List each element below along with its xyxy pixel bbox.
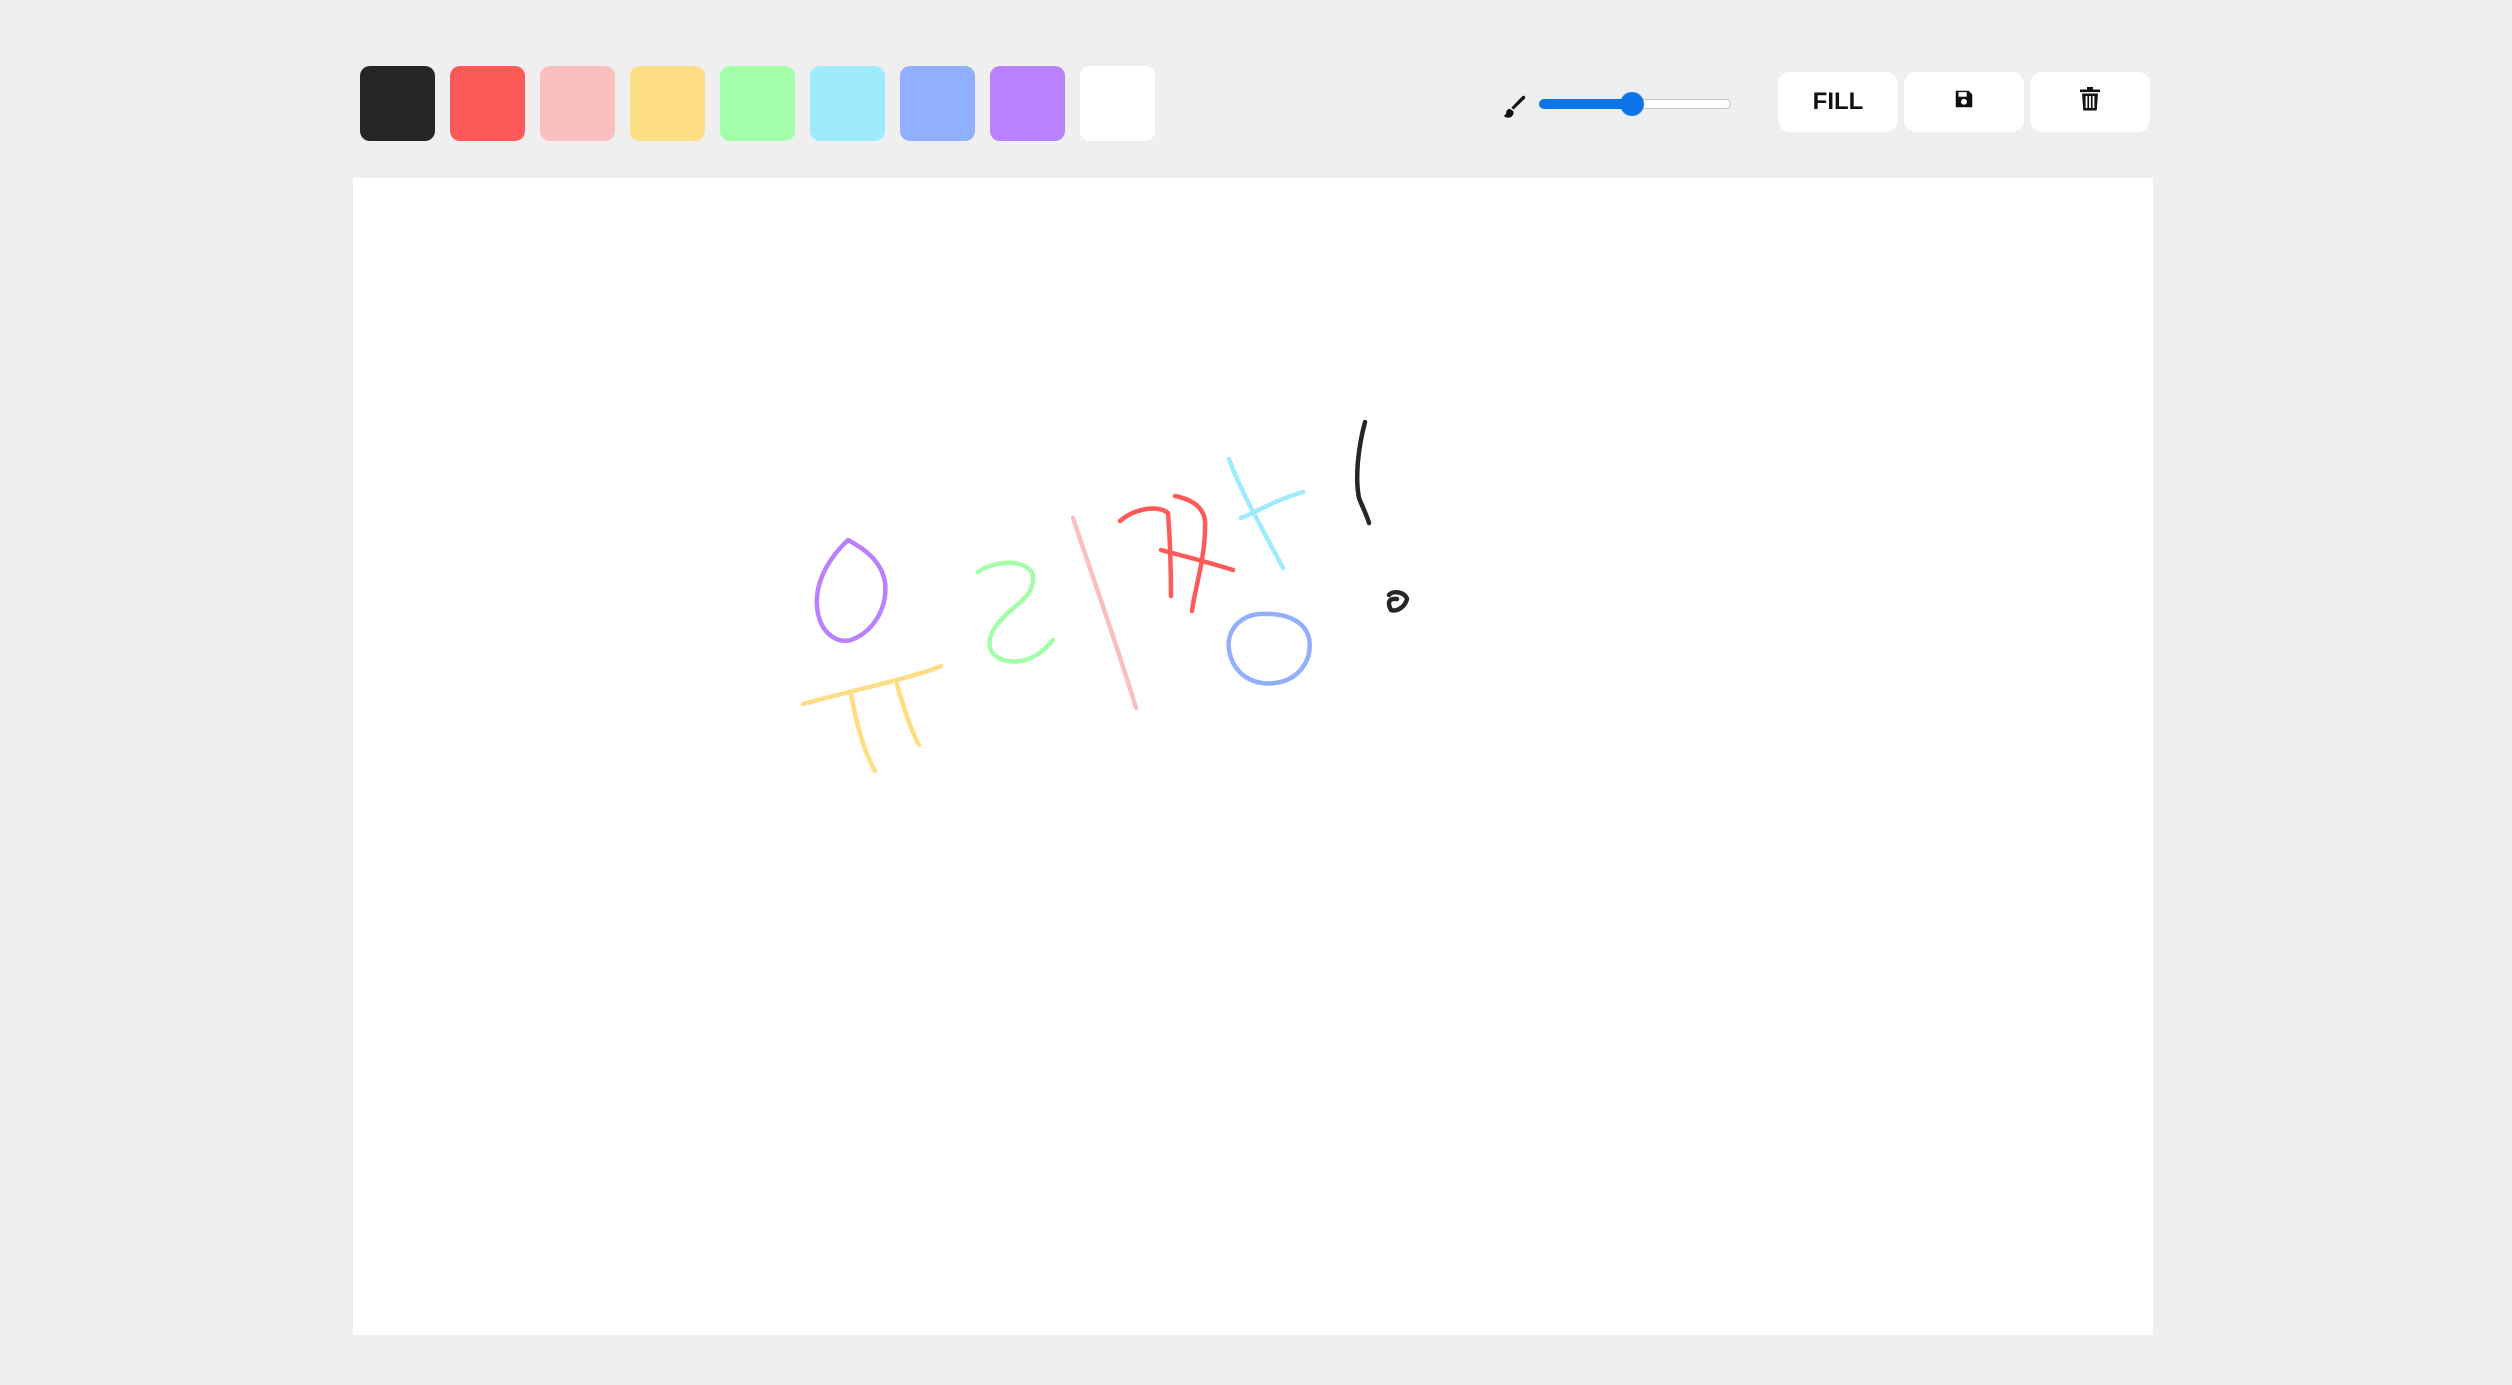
color-swatch-blue[interactable] (900, 66, 975, 141)
slider-fill (1539, 99, 1633, 109)
action-buttons: FILL (1778, 72, 2150, 132)
toolbar: FILL (353, 64, 2153, 142)
canvas-drawing (800, 419, 1410, 774)
color-swatch-green[interactable] (720, 66, 795, 141)
color-swatch-pink[interactable] (540, 66, 615, 141)
color-swatch-black[interactable] (360, 66, 435, 141)
floppy-disk-icon (1953, 88, 1975, 117)
color-swatch-white[interactable] (1080, 66, 1155, 141)
save-button[interactable] (1904, 72, 2024, 132)
drawing-app: FILL (353, 0, 2153, 1385)
stroke-yellow-3 (894, 681, 922, 748)
fill-button[interactable]: FILL (1778, 72, 1898, 132)
stroke-purple-1 (814, 537, 888, 644)
color-palette (360, 66, 1155, 141)
stroke-black-1 (1354, 419, 1372, 526)
stroke-black-2 (1386, 589, 1410, 613)
clear-button[interactable] (2030, 72, 2150, 132)
color-swatch-purple[interactable] (990, 66, 1065, 141)
brush-size-slider[interactable] (1539, 88, 1731, 118)
brush-size-control (1499, 64, 1731, 142)
color-swatch-cyan[interactable] (810, 66, 885, 141)
stroke-yellow-1 (800, 663, 944, 707)
trash-icon (2079, 86, 2101, 118)
brush-icon (1499, 92, 1529, 122)
fill-button-label: FILL (1812, 88, 1864, 115)
stroke-green-1 (975, 560, 1056, 664)
stroke-pink-1 (1070, 515, 1139, 711)
drawing-canvas[interactable] (353, 178, 2153, 1335)
color-swatch-yellow[interactable] (630, 66, 705, 141)
stroke-blue-1 (1226, 611, 1312, 686)
stroke-yellow-2 (848, 690, 878, 774)
slider-thumb[interactable] (1620, 92, 1645, 116)
color-swatch-red[interactable] (450, 66, 525, 141)
